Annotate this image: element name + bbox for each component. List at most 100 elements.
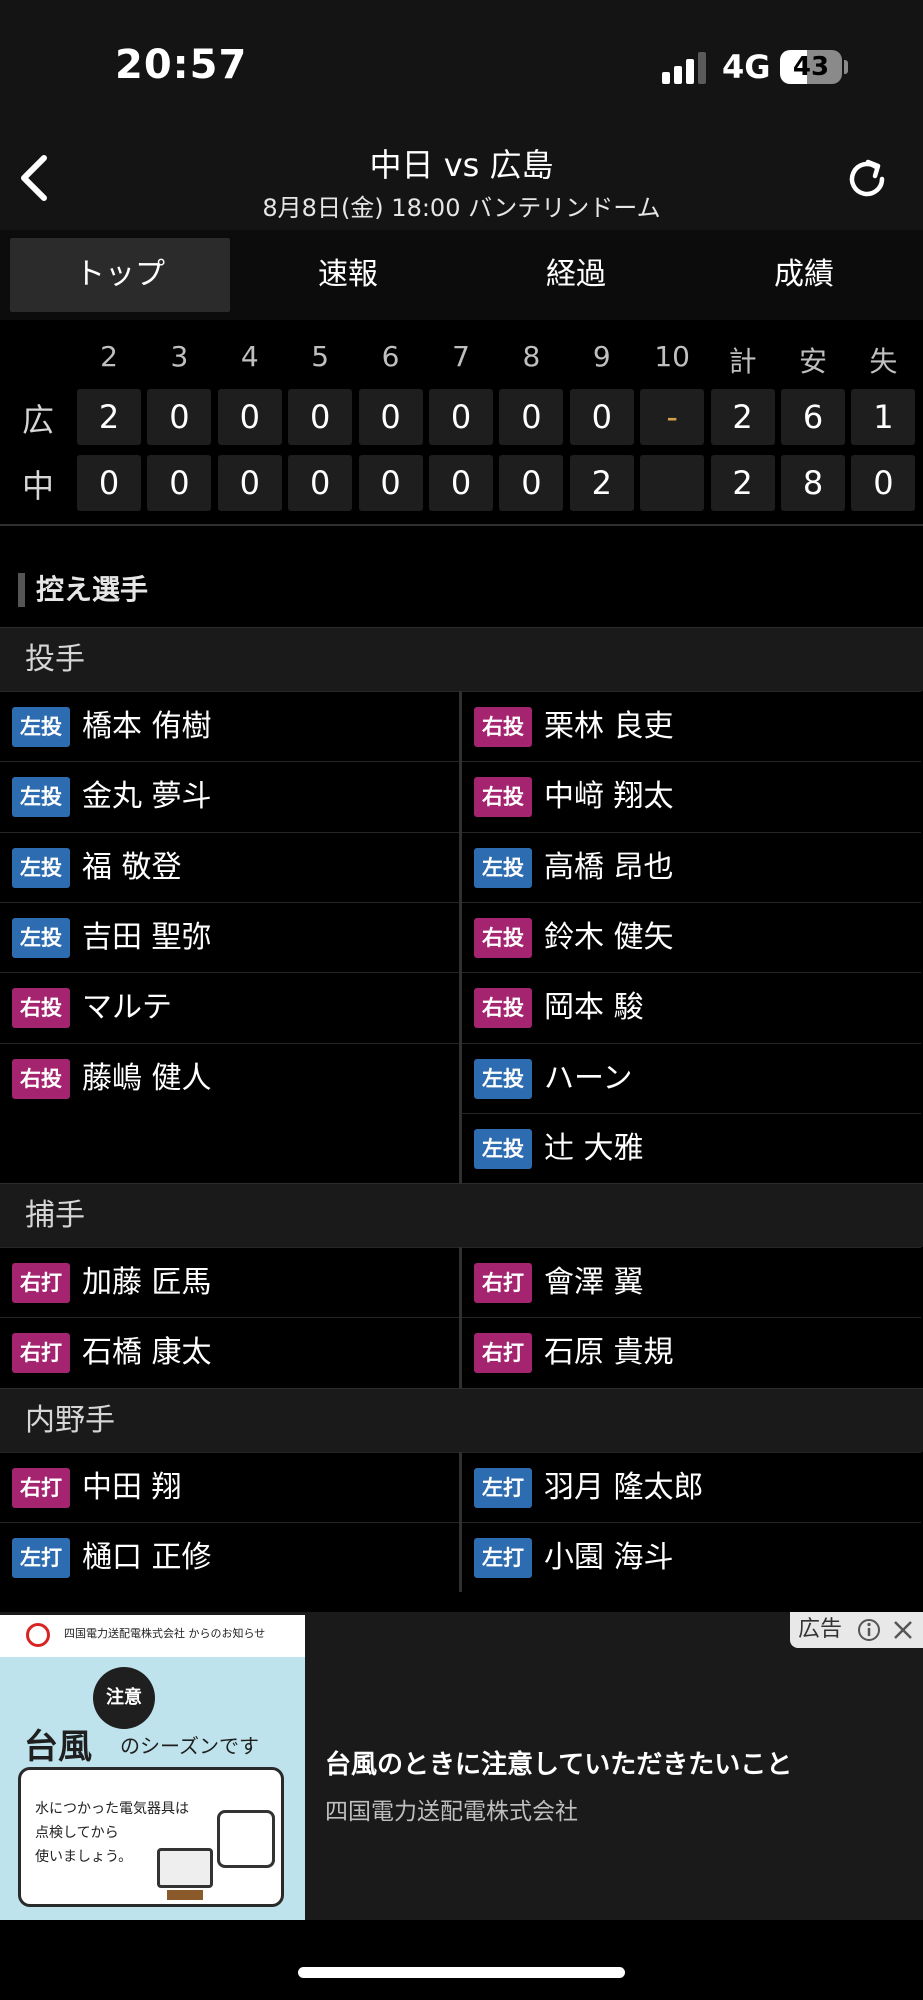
player-name: 吉田 聖弥	[82, 919, 212, 955]
tab-3[interactable]: 成績	[694, 238, 914, 312]
hand-badge: 右投	[474, 707, 532, 747]
player-item[interactable]: 左打 羽月 隆太郎	[462, 1451, 921, 1522]
ad-image-header-text: 四国電力送配電株式会社 からのお知らせ	[64, 1627, 266, 1640]
score-cell: 0	[429, 455, 493, 511]
inning-header: 10	[654, 340, 690, 373]
player-item[interactable]: 右投 鈴木 健矢	[462, 901, 921, 972]
refresh-button[interactable]	[842, 154, 892, 204]
player-item[interactable]: 右投 岡本 駿	[462, 972, 921, 1042]
home-indicator[interactable]	[298, 1967, 625, 1978]
hand-badge: 右投	[12, 988, 70, 1029]
player-item[interactable]: 左投 ハーン	[462, 1042, 921, 1113]
score-cell: 2	[710, 455, 775, 511]
score-cell: 0	[147, 389, 212, 445]
hand-badge: 右投	[474, 988, 532, 1029]
game-info: 8月8日(金) 18:00 バンテリンドーム	[262, 194, 661, 222]
inning-header: 9	[592, 340, 611, 373]
score-cell: 2	[77, 389, 141, 445]
section-title: 控え選手	[36, 573, 149, 606]
score-cell: 0	[569, 389, 634, 445]
ad-banner[interactable]: 四国電力送配電株式会社 からのお知らせ 注意 台風 のシーズンです 水につかった…	[0, 1612, 923, 1920]
hand-badge: 左投	[12, 707, 70, 747]
player-name: 岡本 駿	[544, 990, 644, 1026]
signal-icon	[662, 50, 708, 84]
hand-badge: 左打	[474, 1467, 532, 1508]
score-cell	[640, 455, 705, 511]
player-name: 鈴木 健矢	[544, 919, 674, 955]
player-name: 福 敬登	[82, 849, 182, 885]
tab-2[interactable]: 経過	[466, 238, 686, 312]
ad-label: 広告	[798, 1617, 843, 1642]
player-item[interactable]: 左投福 敬登	[0, 831, 459, 902]
hand-badge: 左投	[474, 847, 532, 888]
tv-illustration-icon	[157, 1848, 213, 1888]
tab-1[interactable]: 速報	[238, 238, 458, 312]
tab-0[interactable]: トップ	[10, 238, 230, 312]
hand-badge: 右投	[474, 777, 532, 818]
hand-badge: 右打	[12, 1333, 70, 1374]
hand-badge: 右投	[474, 917, 532, 958]
player-name: 中田 翔	[82, 1469, 182, 1505]
inning-header: 8	[522, 340, 541, 373]
player-item[interactable]: 右打 石橋 康太	[0, 1317, 459, 1387]
player-name: 中﨑 翔太	[544, 779, 674, 815]
player-item[interactable]: 左打 小園 海斗	[462, 1522, 921, 1592]
player-item[interactable]: 右投 中﨑 翔太	[462, 761, 921, 831]
player-name: 會澤 翼	[544, 1265, 644, 1301]
player-item[interactable]: 右打 加藤 匠馬	[0, 1247, 459, 1317]
ad-image-line: 使いましょう。	[35, 1849, 133, 1865]
player-item[interactable]: 右打 會澤 翼	[462, 1247, 921, 1317]
score-cell: 0	[358, 455, 423, 511]
ad-headline[interactable]: 台風のときに注意していただきたいこと	[325, 1744, 792, 1781]
ad-image-season: のシーズンです	[120, 1734, 259, 1758]
player-item[interactable]: 左投 吉田 聖弥	[0, 901, 459, 972]
player-name: 樋口 正修	[82, 1540, 212, 1575]
inning-header: 失	[869, 345, 898, 378]
ad-image[interactable]: 四国電力送配電株式会社 からのお知らせ 注意 台風 のシーズンです 水につかった…	[0, 1615, 305, 1920]
player-name: 辻 大雅	[544, 1130, 644, 1166]
score-cell: 0	[288, 455, 353, 511]
score-cell: 2	[569, 455, 634, 511]
player-item[interactable]: 左打 樋口 正修	[0, 1522, 459, 1592]
player-item[interactable]: 左投 橋本 侑樹	[0, 691, 459, 761]
player-item[interactable]: 右投 栗林 良吏	[462, 691, 921, 761]
team-label: 広	[21, 401, 54, 439]
inning-header: 安	[798, 345, 827, 378]
player-item[interactable]: 左投 高橋 昂也	[462, 831, 921, 902]
player-item[interactable]: 左投辻 大雅	[462, 1112, 921, 1183]
player-item[interactable]: 右投 藤嶋 健人	[0, 1042, 459, 1113]
hand-badge: 左打	[12, 1538, 70, 1578]
score-cell: 1	[851, 389, 916, 445]
score-cell: 0	[499, 389, 564, 445]
player-item[interactable]: 右投 マルテ	[0, 972, 459, 1042]
player-item[interactable]: 右打 石原 貴規	[462, 1317, 921, 1387]
player-item[interactable]: 右打 中田 翔	[0, 1451, 459, 1522]
hand-badge: 右投	[12, 1058, 70, 1099]
team-label: 中	[21, 467, 54, 505]
player-name: 金丸 夢斗	[82, 779, 212, 815]
score-cell: 2	[710, 389, 775, 445]
hand-badge: 左投	[474, 1128, 532, 1169]
player-name: 栗林 良吏	[544, 709, 674, 744]
player-name: 橋本 侑樹	[82, 709, 212, 744]
hand-badge: 左投	[12, 847, 70, 888]
ad-image-title: 台風	[24, 1727, 92, 1767]
player-name: 石原 貴規	[544, 1335, 674, 1371]
hand-badge: 左投	[12, 917, 70, 958]
ad-sponsor: 四国電力送配電株式会社	[325, 1799, 578, 1825]
position-group-header: 捕手	[0, 1183, 923, 1248]
refresh-icon	[849, 159, 885, 197]
score-cell: 0	[217, 389, 282, 445]
ad-tag: 広告	[790, 1612, 923, 1648]
inning-header: 計	[728, 345, 757, 378]
position-group-header: 投手	[0, 627, 923, 691]
hand-badge: 左投	[12, 777, 70, 818]
section-marker	[18, 573, 25, 607]
info-icon[interactable]	[856, 1617, 882, 1643]
page-title: 中日 vs 広島	[369, 146, 554, 184]
player-item[interactable]: 左投 金丸 夢斗	[0, 761, 459, 831]
network-label: 4G	[722, 48, 771, 86]
player-name: 藤嶋 健人	[82, 1060, 212, 1096]
close-icon[interactable]	[890, 1617, 916, 1643]
player-name: 石橋 康太	[82, 1335, 212, 1371]
